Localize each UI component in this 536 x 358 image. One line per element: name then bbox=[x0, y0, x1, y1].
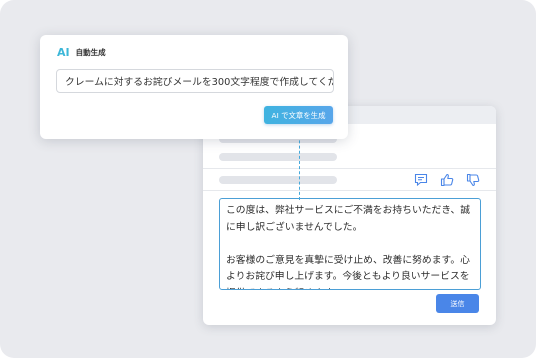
prompt-input[interactable]: クレームに対するお詫びメールを300文字程度で作成してください bbox=[56, 69, 334, 93]
skeleton-line bbox=[219, 153, 337, 161]
feedback-actions bbox=[414, 172, 480, 187]
send-button[interactable]: 送信 bbox=[436, 294, 479, 313]
ai-badge: AI bbox=[57, 46, 70, 59]
reply-textarea[interactable]: この度は、弊社サービスにご不満をお持ちいただき、誠に申し訳ございませんでした。 … bbox=[219, 198, 481, 290]
thumbs-down-icon[interactable] bbox=[466, 172, 480, 187]
auto-generate-panel: AI 自動生成 クレームに対するお詫びメールを300文字程度で作成してください … bbox=[40, 35, 348, 139]
panel-title-text: 自動生成 bbox=[75, 48, 106, 57]
thumbs-up-icon[interactable] bbox=[440, 172, 454, 187]
skeleton-line bbox=[219, 176, 337, 184]
divider bbox=[203, 168, 496, 169]
generate-button[interactable]: AI で文章を生成 bbox=[264, 106, 333, 124]
panel-title: AI 自動生成 bbox=[57, 46, 106, 59]
comment-icon[interactable] bbox=[414, 172, 428, 187]
divider bbox=[203, 190, 496, 191]
